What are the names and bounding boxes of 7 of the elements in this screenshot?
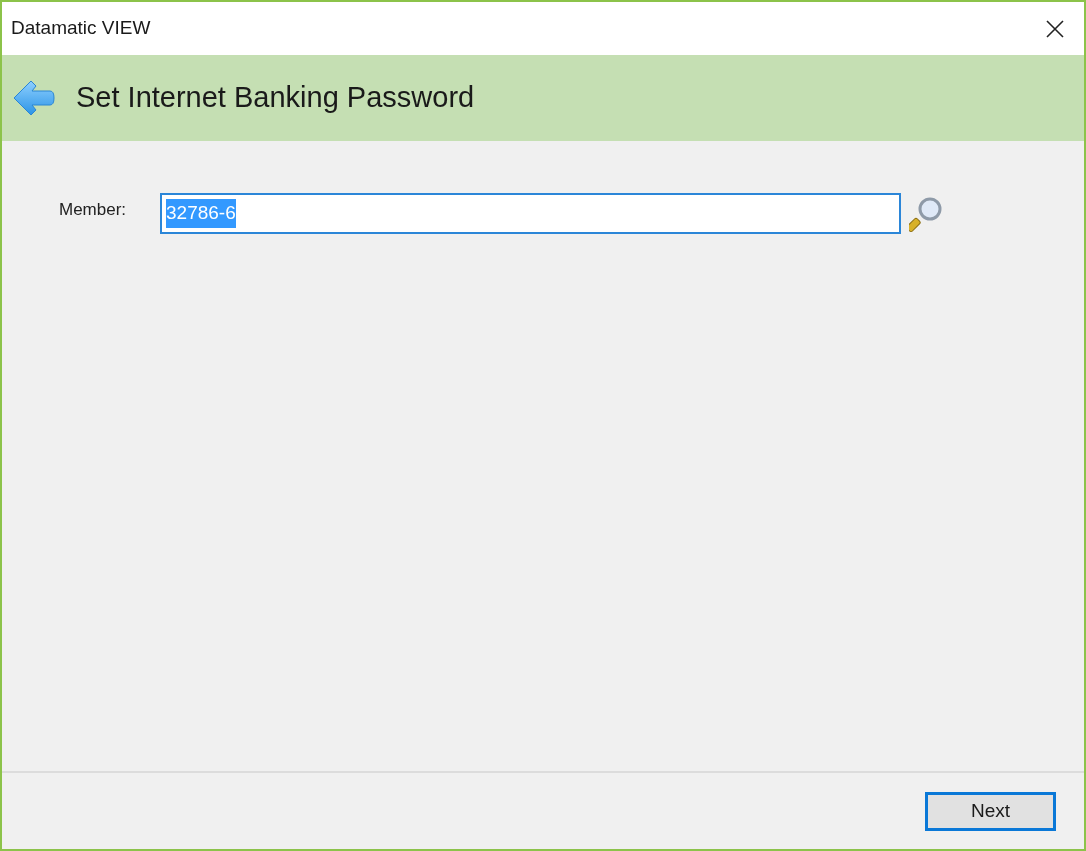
close-icon [1045,18,1065,39]
window-title: Datamatic VIEW [11,16,151,41]
back-arrow-icon[interactable] [12,79,56,117]
next-button[interactable]: Next [925,791,1056,831]
member-label: Member: [59,198,128,221]
page-title: Set Internet Banking Password [76,80,475,116]
search-icon[interactable] [909,195,943,232]
